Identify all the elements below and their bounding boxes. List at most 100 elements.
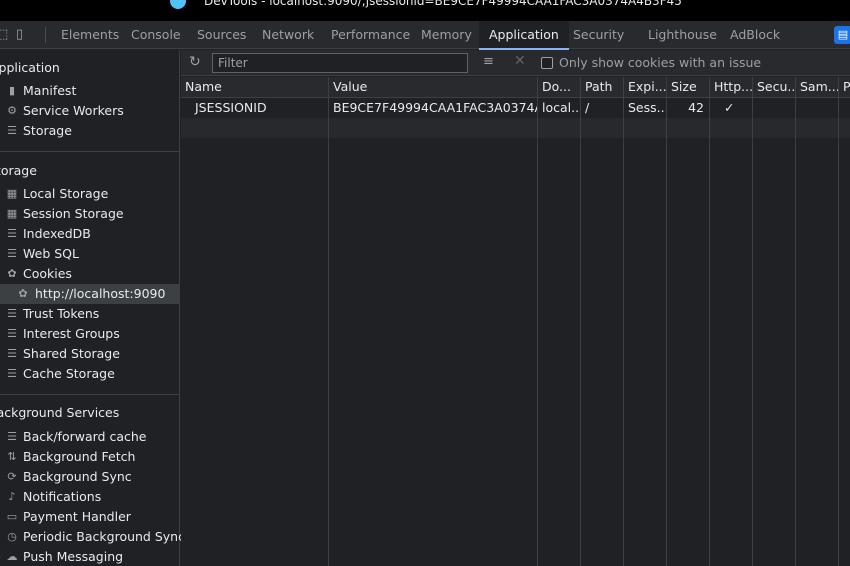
sync-icon: ⟳ xyxy=(7,470,17,483)
column-divider xyxy=(709,77,710,566)
column-header-samesite[interactable]: Sam... xyxy=(796,77,838,97)
card-icon: ▭ xyxy=(6,510,18,523)
sidebar-item-label: Trust Tokens xyxy=(23,306,100,321)
only-issues-checkbox[interactable] xyxy=(541,57,553,69)
sidebar-item-label: Local Storage xyxy=(23,186,109,201)
table-header-row: Name Value Do... Path Expi... Size Http.… xyxy=(181,77,850,98)
column-header-size[interactable]: Size xyxy=(667,77,709,97)
device-toolbar-icon[interactable]: ▯ xyxy=(16,27,23,42)
sidebar-item-label: http://localhost:9090 xyxy=(35,286,166,301)
table-row[interactable]: JSESSIONID BE9CE7F49994CAA1FAC3A0374A4B.… xyxy=(181,98,850,118)
column-header-path[interactable]: Path xyxy=(581,77,623,97)
cookies-panel: ↻ ≡ ✕ Only show cookies with an issue Na… xyxy=(181,50,850,566)
sidebar-item-background-sync[interactable]: ⟳ Background Sync xyxy=(0,467,180,487)
sidebar-item-label: Payment Handler xyxy=(23,509,131,524)
issues-badge-icon[interactable]: ▤ xyxy=(834,26,850,44)
cell-httponly: ✓ xyxy=(724,100,735,115)
tab-lighthouse[interactable]: Lighthouse xyxy=(648,21,717,49)
tab-elements[interactable]: Elements xyxy=(61,21,119,49)
sidebar-item-web-sql[interactable]: ☰ Web SQL xyxy=(0,244,180,264)
sidebar-item-label: Session Storage xyxy=(23,206,124,221)
database-icon: ☰ xyxy=(7,327,17,340)
sidebar-item-periodic-background-sync[interactable]: ◷ Periodic Background Sync xyxy=(0,527,185,547)
column-header-name[interactable]: Name xyxy=(181,77,328,97)
file-icon: ▮ xyxy=(8,84,16,97)
sidebar-item-storage[interactable]: ☰ Storage xyxy=(0,121,180,141)
inspect-element-icon[interactable]: ⬚ xyxy=(0,27,8,42)
column-divider xyxy=(666,77,667,566)
bell-icon: ♪ xyxy=(8,490,16,503)
clock-icon: ◷ xyxy=(7,530,17,543)
table-empty-row xyxy=(181,118,850,138)
sidebar-item-indexeddb[interactable]: ☰ IndexedDB xyxy=(0,224,180,244)
tab-adblock[interactable]: AdBlock xyxy=(730,21,780,49)
sidebar-item-label: IndexedDB xyxy=(23,226,91,241)
column-header-partition[interactable]: P xyxy=(839,77,850,97)
sidebar-item-label: Back/forward cache xyxy=(23,429,147,444)
tab-console[interactable]: Console xyxy=(131,21,181,49)
only-issues-checkbox-label[interactable]: Only show cookies with an issue xyxy=(559,55,761,70)
column-header-secure[interactable]: Secu... xyxy=(753,77,795,97)
sidebar-item-label: Storage xyxy=(23,123,72,138)
tab-memory[interactable]: Memory xyxy=(421,21,472,49)
cell-size: 42 xyxy=(688,100,704,115)
section-divider xyxy=(0,394,180,395)
delete-selected-icon[interactable]: ✕ xyxy=(514,53,526,69)
grid-icon: ▦ xyxy=(6,187,18,200)
database-icon: ☰ xyxy=(7,124,17,137)
sidebar-item-label: Cookies xyxy=(23,266,72,281)
clear-all-cookies-icon[interactable]: ≡ xyxy=(483,54,494,69)
sidebar-item-manifest[interactable]: ▮ Manifest xyxy=(0,81,180,101)
sidebar-item-label: Background Sync xyxy=(23,469,132,484)
sidebar-item-background-fetch[interactable]: ⇅ Background Fetch xyxy=(0,447,180,467)
sidebar-item-label: Shared Storage xyxy=(23,346,120,361)
section-title-application[interactable]: Application xyxy=(0,58,60,78)
cookie-icon: ✿ xyxy=(7,267,17,280)
sidebar-item-interest-groups[interactable]: ☰ Interest Groups xyxy=(0,324,180,344)
tab-sources[interactable]: Sources xyxy=(197,21,246,49)
sidebar-item-label: Cache Storage xyxy=(23,366,115,381)
sidebar-item-label: Interest Groups xyxy=(23,326,120,341)
cell-samesite xyxy=(796,98,838,118)
sidebar-item-label: Background Fetch xyxy=(23,449,136,464)
refresh-icon[interactable]: ↻ xyxy=(189,54,201,70)
sidebar-item-trust-tokens[interactable]: ☰ Trust Tokens xyxy=(0,304,180,324)
column-header-domain[interactable]: Do... xyxy=(538,77,580,97)
column-divider xyxy=(752,77,753,566)
tab-application[interactable]: Application xyxy=(479,21,569,50)
sidebar-item-cache-storage[interactable]: ☰ Cache Storage xyxy=(0,364,180,384)
cookie-icon: ✿ xyxy=(18,287,28,300)
tab-network[interactable]: Network xyxy=(262,21,314,49)
column-header-value[interactable]: Value xyxy=(329,77,537,97)
sidebar-item-cookies-localhost[interactable]: ✿ http://localhost:9090 xyxy=(0,284,180,304)
sidebar-item-label: Manifest xyxy=(23,83,77,98)
sidebar-item-service-workers[interactable]: ⚙ Service Workers xyxy=(0,101,180,121)
column-header-expires[interactable]: Expi... xyxy=(624,77,666,97)
column-header-httponly[interactable]: Http... xyxy=(710,77,752,97)
sidebar-item-session-storage[interactable]: ▦ Session Storage xyxy=(0,204,180,224)
tab-performance[interactable]: Performance xyxy=(331,21,410,49)
database-icon: ☰ xyxy=(7,430,17,443)
database-icon: ☰ xyxy=(7,247,17,260)
sidebar-item-back-forward-cache[interactable]: ☰ Back/forward cache xyxy=(0,427,180,447)
window-title-bar: DevTools - localhost:9090/;jsessionid=BE… xyxy=(0,0,850,21)
swap-arrows-icon: ⇅ xyxy=(7,450,17,463)
cell-secure xyxy=(753,98,795,118)
tab-security[interactable]: Security xyxy=(573,21,624,49)
sidebar-item-label: Web SQL xyxy=(23,246,79,261)
database-icon: ☰ xyxy=(7,347,17,360)
sidebar-item-shared-storage[interactable]: ☰ Shared Storage xyxy=(0,344,180,364)
sidebar-item-payment-handler[interactable]: ▭ Payment Handler xyxy=(0,507,180,527)
sidebar-item-local-storage[interactable]: ▦ Local Storage xyxy=(0,184,180,204)
filter-input[interactable] xyxy=(212,53,468,73)
section-title-background-services[interactable]: Background Services xyxy=(0,403,119,423)
cell-domain: local... xyxy=(542,100,580,115)
section-title-storage[interactable]: Storage xyxy=(0,161,37,181)
column-divider xyxy=(580,77,581,566)
database-icon: ☰ xyxy=(7,367,17,380)
database-icon: ☰ xyxy=(7,227,17,240)
cell-name: JSESSIONID xyxy=(195,100,267,115)
sidebar-item-push-messaging[interactable]: ☁ Push Messaging xyxy=(0,547,180,566)
sidebar-item-notifications[interactable]: ♪ Notifications xyxy=(0,487,180,507)
sidebar-item-cookies[interactable]: ✿ Cookies xyxy=(0,264,180,284)
